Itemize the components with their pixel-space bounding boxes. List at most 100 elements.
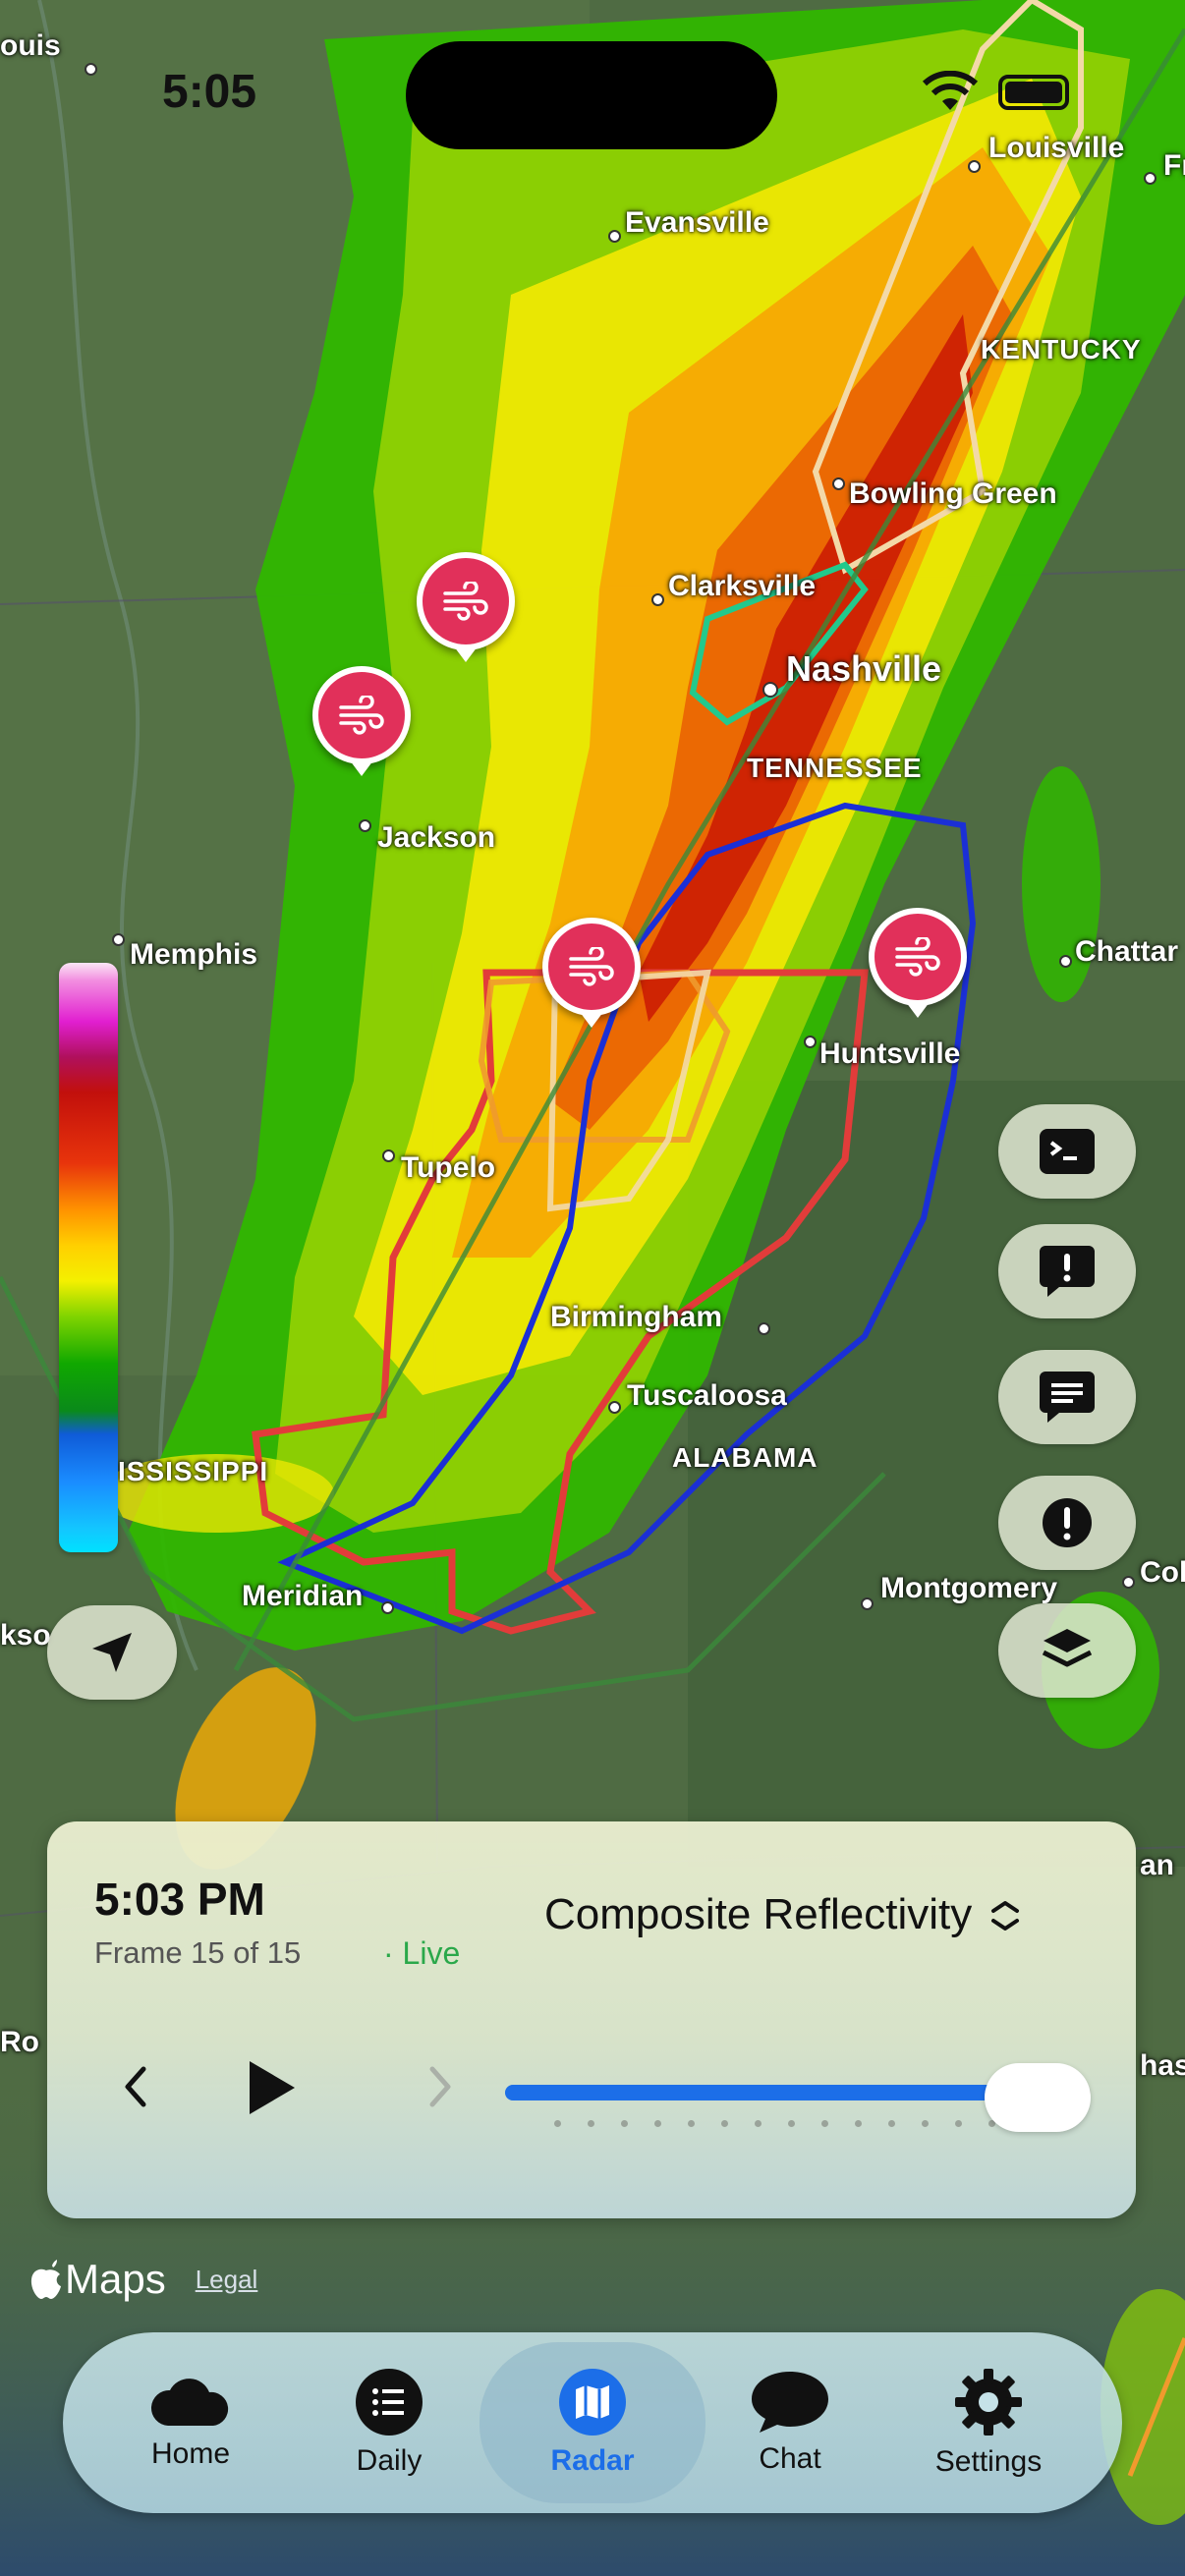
- timeline-tick: [588, 2120, 594, 2127]
- state-label-alabama: ALABAMA: [672, 1442, 818, 1473]
- product-label: Composite Reflectivity: [544, 1890, 973, 1938]
- timeline-tick: [788, 2120, 795, 2127]
- tab-label: Chat: [759, 2442, 821, 2475]
- wind-alert-pin[interactable]: [312, 666, 411, 776]
- state-label-tennessee: TENNESSEE: [747, 753, 923, 783]
- state-label-kentucky: KENTUCKY: [981, 334, 1142, 364]
- tab-chat[interactable]: Chat: [692, 2332, 888, 2513]
- timeline-tick: [821, 2120, 828, 2127]
- timeline-tick: [855, 2120, 862, 2127]
- layers-button[interactable]: [998, 1603, 1136, 1698]
- city-dot: [608, 230, 621, 243]
- city-dot: [1059, 955, 1072, 968]
- city-label-louisville: Louisville: [988, 132, 1125, 164]
- exclamation-circle-icon: [1043, 1498, 1092, 1547]
- tab-daily[interactable]: Daily: [291, 2332, 487, 2513]
- live-dot: ·: [383, 1935, 394, 1971]
- timeline-tick: [955, 2120, 962, 2127]
- wind-alert-pin[interactable]: [869, 908, 967, 1018]
- city-label-meridian: Meridian: [242, 1580, 364, 1612]
- city-dot: [651, 593, 664, 606]
- timeline-tick: [554, 2120, 561, 2127]
- timeline-tick: [888, 2120, 895, 2127]
- wind-icon: [895, 937, 940, 977]
- cloud-icon: [150, 2379, 229, 2426]
- city-dot: [861, 1597, 874, 1610]
- tab-label: Home: [150, 2437, 231, 2470]
- city-label-evansville: Evansville: [625, 206, 769, 239]
- timeline-tick: [922, 2120, 929, 2127]
- wind-alert-pin[interactable]: [417, 552, 515, 662]
- city-dot: [382, 1149, 395, 1162]
- console-button[interactable]: [998, 1104, 1136, 1199]
- previous-frame-button[interactable]: [116, 2059, 165, 2118]
- tab-bar: Home Daily Radar Chat Settings: [63, 2332, 1122, 2513]
- city-dot: [762, 682, 778, 698]
- wind-icon: [339, 696, 384, 735]
- timeline-slider[interactable]: [505, 2063, 1091, 2132]
- live-label: Live: [402, 1935, 461, 1971]
- city-dot: [608, 1401, 621, 1414]
- city-label-bowling-green: Bowling Green: [849, 477, 1057, 510]
- terminal-icon: [1040, 1129, 1095, 1174]
- city-label-clarksville: Clarksville: [668, 570, 817, 602]
- maps-brand: Maps: [65, 2256, 166, 2302]
- maps-attribution: Maps Legal: [29, 2256, 257, 2303]
- layers-icon: [1042, 1629, 1093, 1667]
- city-dot: [381, 1601, 394, 1614]
- tab-home[interactable]: Home: [92, 2332, 289, 2513]
- tab-radar[interactable]: Radar: [480, 2342, 705, 2503]
- city-dot: [112, 933, 125, 946]
- wind-icon: [569, 947, 614, 986]
- reflectivity-legend: [59, 963, 118, 1552]
- city-dot: [832, 477, 845, 490]
- gear-icon: [955, 2369, 1022, 2436]
- message-bubble-icon: [1040, 1372, 1095, 1423]
- tab-settings[interactable]: Settings: [890, 2332, 1087, 2513]
- city-dot: [758, 1322, 770, 1335]
- state-label-mississippi: ISSISSIPPI: [118, 1456, 269, 1486]
- legal-link[interactable]: Legal: [196, 2265, 258, 2295]
- city-label-chattanooga: Chattar: [1075, 935, 1179, 968]
- city-label-an: an: [1140, 1849, 1175, 1881]
- tab-label: Radar: [550, 2444, 635, 2477]
- tab-label: Daily: [356, 2444, 423, 2477]
- city-label-has: has: [1140, 2049, 1185, 2082]
- chevron-left-icon: [125, 2066, 146, 2107]
- next-frame-button[interactable]: [421, 2059, 470, 2118]
- timeline-tick: [654, 2120, 661, 2127]
- timeline-thumb[interactable]: [985, 2063, 1091, 2132]
- tab-label: Settings: [934, 2445, 1043, 2478]
- city-label-montgomery: Montgomery: [880, 1572, 1057, 1604]
- timeline-tick: [688, 2120, 695, 2127]
- report-alert-button[interactable]: [998, 1224, 1136, 1318]
- message-button[interactable]: [998, 1350, 1136, 1444]
- city-dot: [968, 160, 981, 173]
- city-label-nashville: Nashville: [786, 648, 942, 689]
- chevron-right-icon: [429, 2066, 451, 2107]
- live-indicator: · Live: [383, 1935, 460, 1972]
- city-label-kso: kso: [0, 1619, 51, 1652]
- city-dot: [85, 63, 97, 76]
- city-dot: [359, 819, 371, 832]
- city-label-tupelo: Tupelo: [401, 1151, 496, 1184]
- status-time: 5:05: [162, 66, 257, 118]
- battery-icon: [998, 75, 1069, 110]
- play-icon: [250, 2061, 295, 2114]
- locate-button[interactable]: [47, 1605, 177, 1700]
- city-dot: [1122, 1576, 1135, 1589]
- frame-time: 5:03 PM: [94, 1874, 265, 1925]
- city-dot: [804, 1036, 817, 1048]
- alerts-button[interactable]: [998, 1476, 1136, 1570]
- timeline-fill: [505, 2085, 1038, 2100]
- city-label-louis: ouis: [0, 29, 61, 62]
- wind-alert-pin[interactable]: [542, 918, 641, 1028]
- product-selector[interactable]: Composite Reflectivity: [544, 1890, 1025, 1939]
- play-button[interactable]: [244, 2057, 303, 2120]
- timeline-tick: [755, 2120, 762, 2127]
- timeline-tick: [621, 2120, 628, 2127]
- city-dot: [1144, 172, 1157, 185]
- radar-control-panel: 5:03 PM Frame 15 of 15 · Live Composite …: [47, 1821, 1136, 2218]
- apple-logo-icon: [30, 2260, 61, 2299]
- city-label-tuscaloosa: Tuscaloosa: [627, 1379, 787, 1412]
